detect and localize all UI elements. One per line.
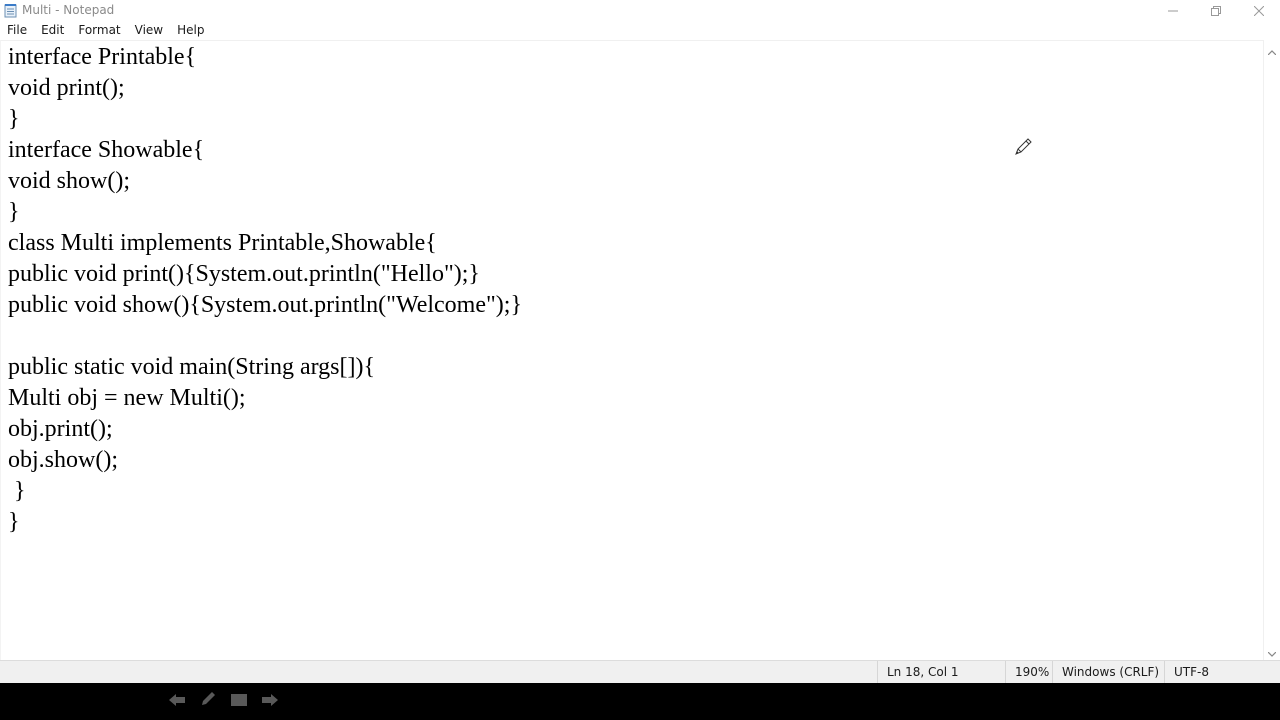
status-encoding: UTF-8 — [1164, 661, 1274, 683]
player-toolbar — [0, 683, 1280, 720]
close-button[interactable] — [1237, 0, 1280, 21]
text-editor[interactable]: interface Printable{ void print(); } int… — [0, 40, 1265, 661]
code-line-5: void show(); — [8, 168, 130, 194]
menu-format[interactable]: Format — [71, 21, 127, 40]
window-title: Multi - Notepad — [22, 3, 115, 17]
code-line-6: } — [8, 199, 20, 225]
notepad-window: Multi - Notepad File Edit Format View He… — [0, 0, 1280, 683]
status-cursor-position: Ln 18, Col 1 — [877, 661, 1007, 683]
code-line-11: public static void main(String args[]){ — [8, 354, 376, 380]
code-line-1: interface Printable{ — [8, 44, 197, 70]
code-line-16: } — [8, 509, 20, 535]
code-line-14: obj.show(); — [8, 447, 118, 473]
chevron-up-icon — [1267, 40, 1277, 59]
player-back-button[interactable] — [166, 691, 188, 711]
code-line-12: Multi obj = new Multi(); — [8, 385, 246, 411]
restore-button[interactable] — [1194, 0, 1237, 21]
vertical-scrollbar[interactable] — [1263, 40, 1280, 660]
back-arrow-icon — [168, 692, 186, 711]
forward-arrow-icon — [261, 692, 279, 711]
status-zoom: 190% — [1005, 661, 1053, 683]
code-line-15: } — [8, 478, 26, 504]
menu-edit[interactable]: Edit — [34, 21, 71, 40]
player-forward-button[interactable] — [259, 691, 281, 711]
window-controls — [1151, 0, 1280, 21]
minimize-icon — [1167, 1, 1178, 20]
scroll-up-button[interactable] — [1264, 42, 1280, 56]
player-pen-button[interactable] — [197, 691, 219, 711]
code-line-13: obj.print(); — [8, 416, 113, 442]
chevron-down-icon — [1267, 642, 1277, 661]
restore-icon — [1210, 1, 1221, 20]
menu-file[interactable]: File — [0, 21, 34, 40]
close-icon — [1253, 1, 1264, 20]
title-bar[interactable]: Multi - Notepad — [0, 0, 1280, 21]
code-line-3: } — [8, 106, 20, 132]
status-bar: Ln 18, Col 1 190% Windows (CRLF) UTF-8 — [0, 660, 1280, 683]
pen-cursor-icon — [1013, 137, 1035, 157]
menu-bar: File Edit Format View Help — [0, 21, 1280, 40]
pen-icon — [200, 691, 216, 711]
scroll-down-button[interactable] — [1264, 644, 1280, 658]
status-line-ending: Windows (CRLF) — [1052, 661, 1167, 683]
screen-icon — [230, 692, 248, 711]
notepad-app-icon — [4, 3, 17, 18]
menu-view[interactable]: View — [128, 21, 170, 40]
minimize-button[interactable] — [1151, 0, 1194, 21]
code-line-8: public void print(){System.out.println("… — [8, 261, 480, 287]
code-line-4: interface Showable{ — [8, 137, 205, 163]
code-line-9: public void show(){System.out.println("W… — [8, 292, 522, 318]
code-line-2: void print(); — [8, 75, 125, 101]
code-line-7: class Multi implements Printable,Showabl… — [8, 230, 437, 256]
menu-help[interactable]: Help — [170, 21, 211, 40]
player-screen-button[interactable] — [228, 691, 250, 711]
